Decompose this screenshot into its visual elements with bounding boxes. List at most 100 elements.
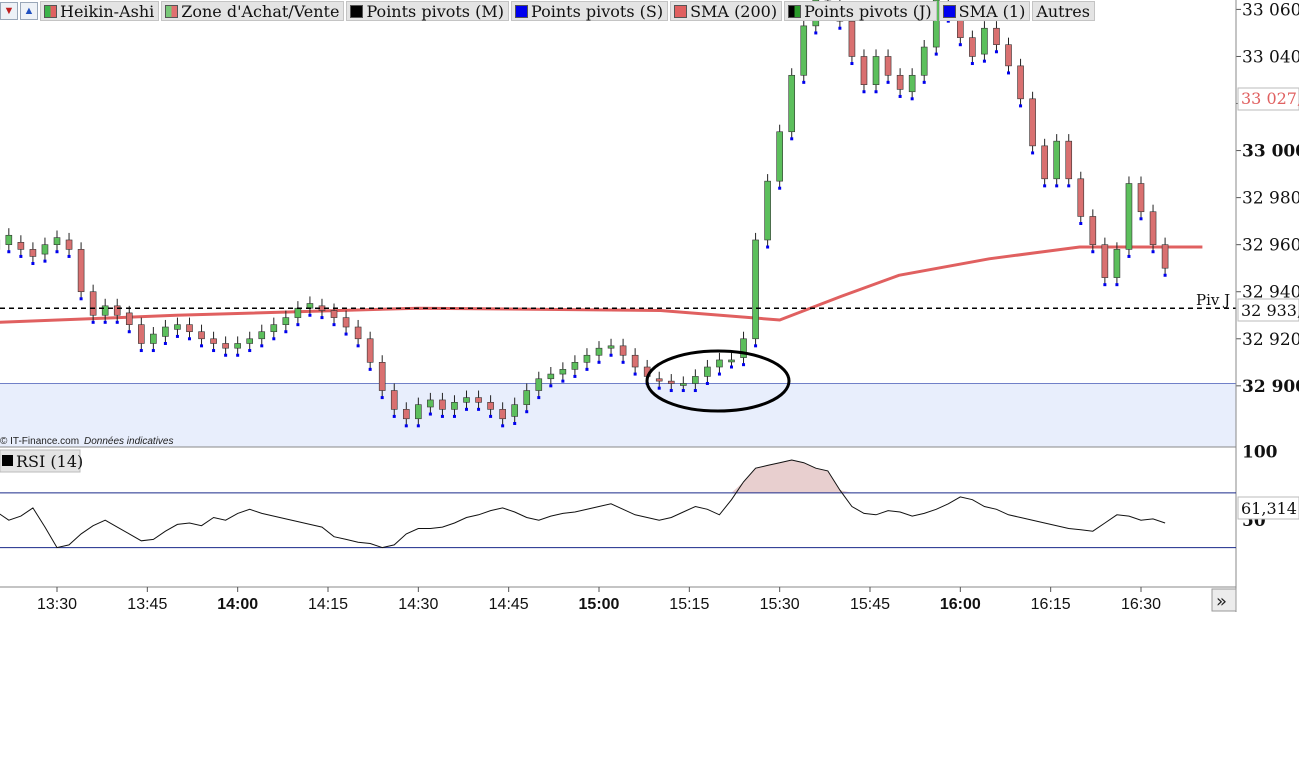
- candle: [29, 242, 37, 265]
- indicator-zone-d-achat-vente[interactable]: Zone d'Achat/Vente: [161, 1, 345, 21]
- candle-body-up: [680, 383, 687, 386]
- sma-1-point: [380, 396, 384, 400]
- rsi-overbought-fill: [0, 460, 1166, 493]
- candle-body-down: [1149, 211, 1157, 245]
- pivot-value-label: 32 933,: [1241, 301, 1299, 320]
- price-tick-label: 33 060: [1242, 0, 1299, 20]
- candle: [174, 317, 181, 338]
- candle-body-down: [619, 345, 627, 356]
- candle-body-down: [1065, 140, 1073, 180]
- indicator-autres[interactable]: Autres: [1032, 1, 1095, 21]
- candle: [138, 317, 145, 353]
- candle-body-down: [17, 242, 25, 250]
- candle: [222, 336, 229, 357]
- candle-body-up: [234, 343, 241, 349]
- buy-sell-zone: [0, 383, 1236, 447]
- sma-1-point: [838, 26, 842, 30]
- sma-1-point: [272, 337, 276, 341]
- candle-body-up: [704, 366, 711, 377]
- candle-body-down: [1101, 244, 1109, 278]
- sma-1-point: [465, 407, 469, 411]
- sma-1-point: [1019, 104, 1023, 108]
- candle: [366, 331, 374, 371]
- candle-body-down: [1041, 145, 1048, 180]
- sma-1-point: [754, 344, 758, 348]
- sma-1-point: [127, 330, 131, 334]
- candle-body-down: [1161, 244, 1169, 269]
- candle-body-up: [174, 324, 181, 330]
- candle: [330, 303, 338, 327]
- sma-1-point: [7, 250, 11, 254]
- indicator-label: Points pivots (M): [366, 1, 504, 21]
- time-tick-label: 14:00: [217, 596, 258, 613]
- sma-1-point: [175, 334, 179, 338]
- candle-body-down: [402, 409, 410, 420]
- price-tick-label: 32 980: [1242, 189, 1299, 209]
- collapse-button[interactable]: ▼: [0, 2, 18, 20]
- candle-body-up: [41, 244, 49, 255]
- candle: [1005, 37, 1012, 75]
- candle: [270, 317, 278, 341]
- candle: [559, 362, 567, 383]
- sma-1-point: [187, 337, 191, 341]
- indicator-points-pivots-m[interactable]: Points pivots (M): [346, 1, 509, 21]
- candle: [1065, 134, 1073, 188]
- candle-body-up: [752, 239, 759, 340]
- candle: [740, 331, 747, 367]
- indicator-points-pivots-j[interactable]: Points pivots (J): [784, 1, 937, 21]
- sma-1-point: [621, 360, 625, 364]
- candle-body-down: [860, 56, 868, 85]
- candle-body-up: [571, 362, 579, 370]
- candle-body-up: [776, 131, 783, 182]
- indicator-toolbar: ▼ ▲ Heikin-Ashi Zone d'Achat/Vente Points …: [0, 0, 1095, 22]
- sma-1-point: [814, 31, 818, 35]
- indicator-label: Heikin-Ashi: [60, 1, 155, 21]
- sma-1-point: [669, 389, 673, 393]
- candle-body-down: [1089, 216, 1097, 245]
- sma-1-point: [922, 80, 926, 84]
- candle: [571, 355, 579, 378]
- candle: [704, 359, 711, 385]
- sma-1-point: [561, 379, 565, 383]
- indicator-color-swatch: [44, 4, 57, 18]
- up-arrow-icon: ▲: [23, 5, 35, 17]
- price-tick-label: 32 960: [1242, 236, 1299, 256]
- sma-1-point: [1091, 250, 1095, 254]
- candle: [716, 352, 723, 376]
- candle-body-up: [920, 46, 928, 76]
- candle: [800, 18, 808, 84]
- indicator-points-pivots-s[interactable]: Points pivots (S): [510, 1, 669, 21]
- candle-body-up: [535, 378, 543, 391]
- sma-1-point: [55, 250, 59, 254]
- indicator-label: Points pivots (S): [530, 1, 664, 21]
- credit-text: © IT-Finance.com: [0, 436, 79, 447]
- candle-body-down: [77, 249, 85, 293]
- candle-body-down: [475, 397, 482, 403]
- expand-button[interactable]: ▲: [20, 2, 38, 20]
- time-tick-label: 15:15: [669, 596, 709, 613]
- candle: [752, 232, 759, 348]
- price-axis-ticks: 33 06033 04033 02033 00032 98032 96032 9…: [0, 0, 1299, 397]
- time-tick-label: 15:45: [850, 596, 890, 613]
- candle-body-down: [138, 324, 145, 344]
- scroll-right-button[interactable]: »: [1211, 588, 1237, 612]
- sma-1-point: [525, 410, 529, 414]
- sma-1-point: [67, 254, 71, 258]
- candle: [1041, 138, 1048, 188]
- sma-value-label: 33 027,: [1241, 89, 1299, 108]
- indicator-sma-200[interactable]: SMA (200): [670, 1, 783, 21]
- candle-body-down: [390, 390, 398, 410]
- candle: [17, 235, 25, 258]
- candle: [1113, 242, 1121, 287]
- candle-body-up: [1125, 183, 1133, 250]
- indicator-sma-1[interactable]: SMA (1): [938, 1, 1031, 21]
- sma-1-point: [1103, 283, 1107, 287]
- sma-1-point: [489, 414, 493, 418]
- candle-body-down: [113, 305, 121, 316]
- sma-1-point: [934, 52, 938, 56]
- candle: [41, 237, 49, 263]
- indicator-heikin-ashi[interactable]: Heikin-Ashi: [40, 1, 160, 21]
- candle-body-up: [427, 399, 434, 408]
- sma-1-point: [850, 62, 854, 66]
- indicator-list: Heikin-Ashi Zone d'Achat/Vente Points pivo…: [40, 1, 1095, 21]
